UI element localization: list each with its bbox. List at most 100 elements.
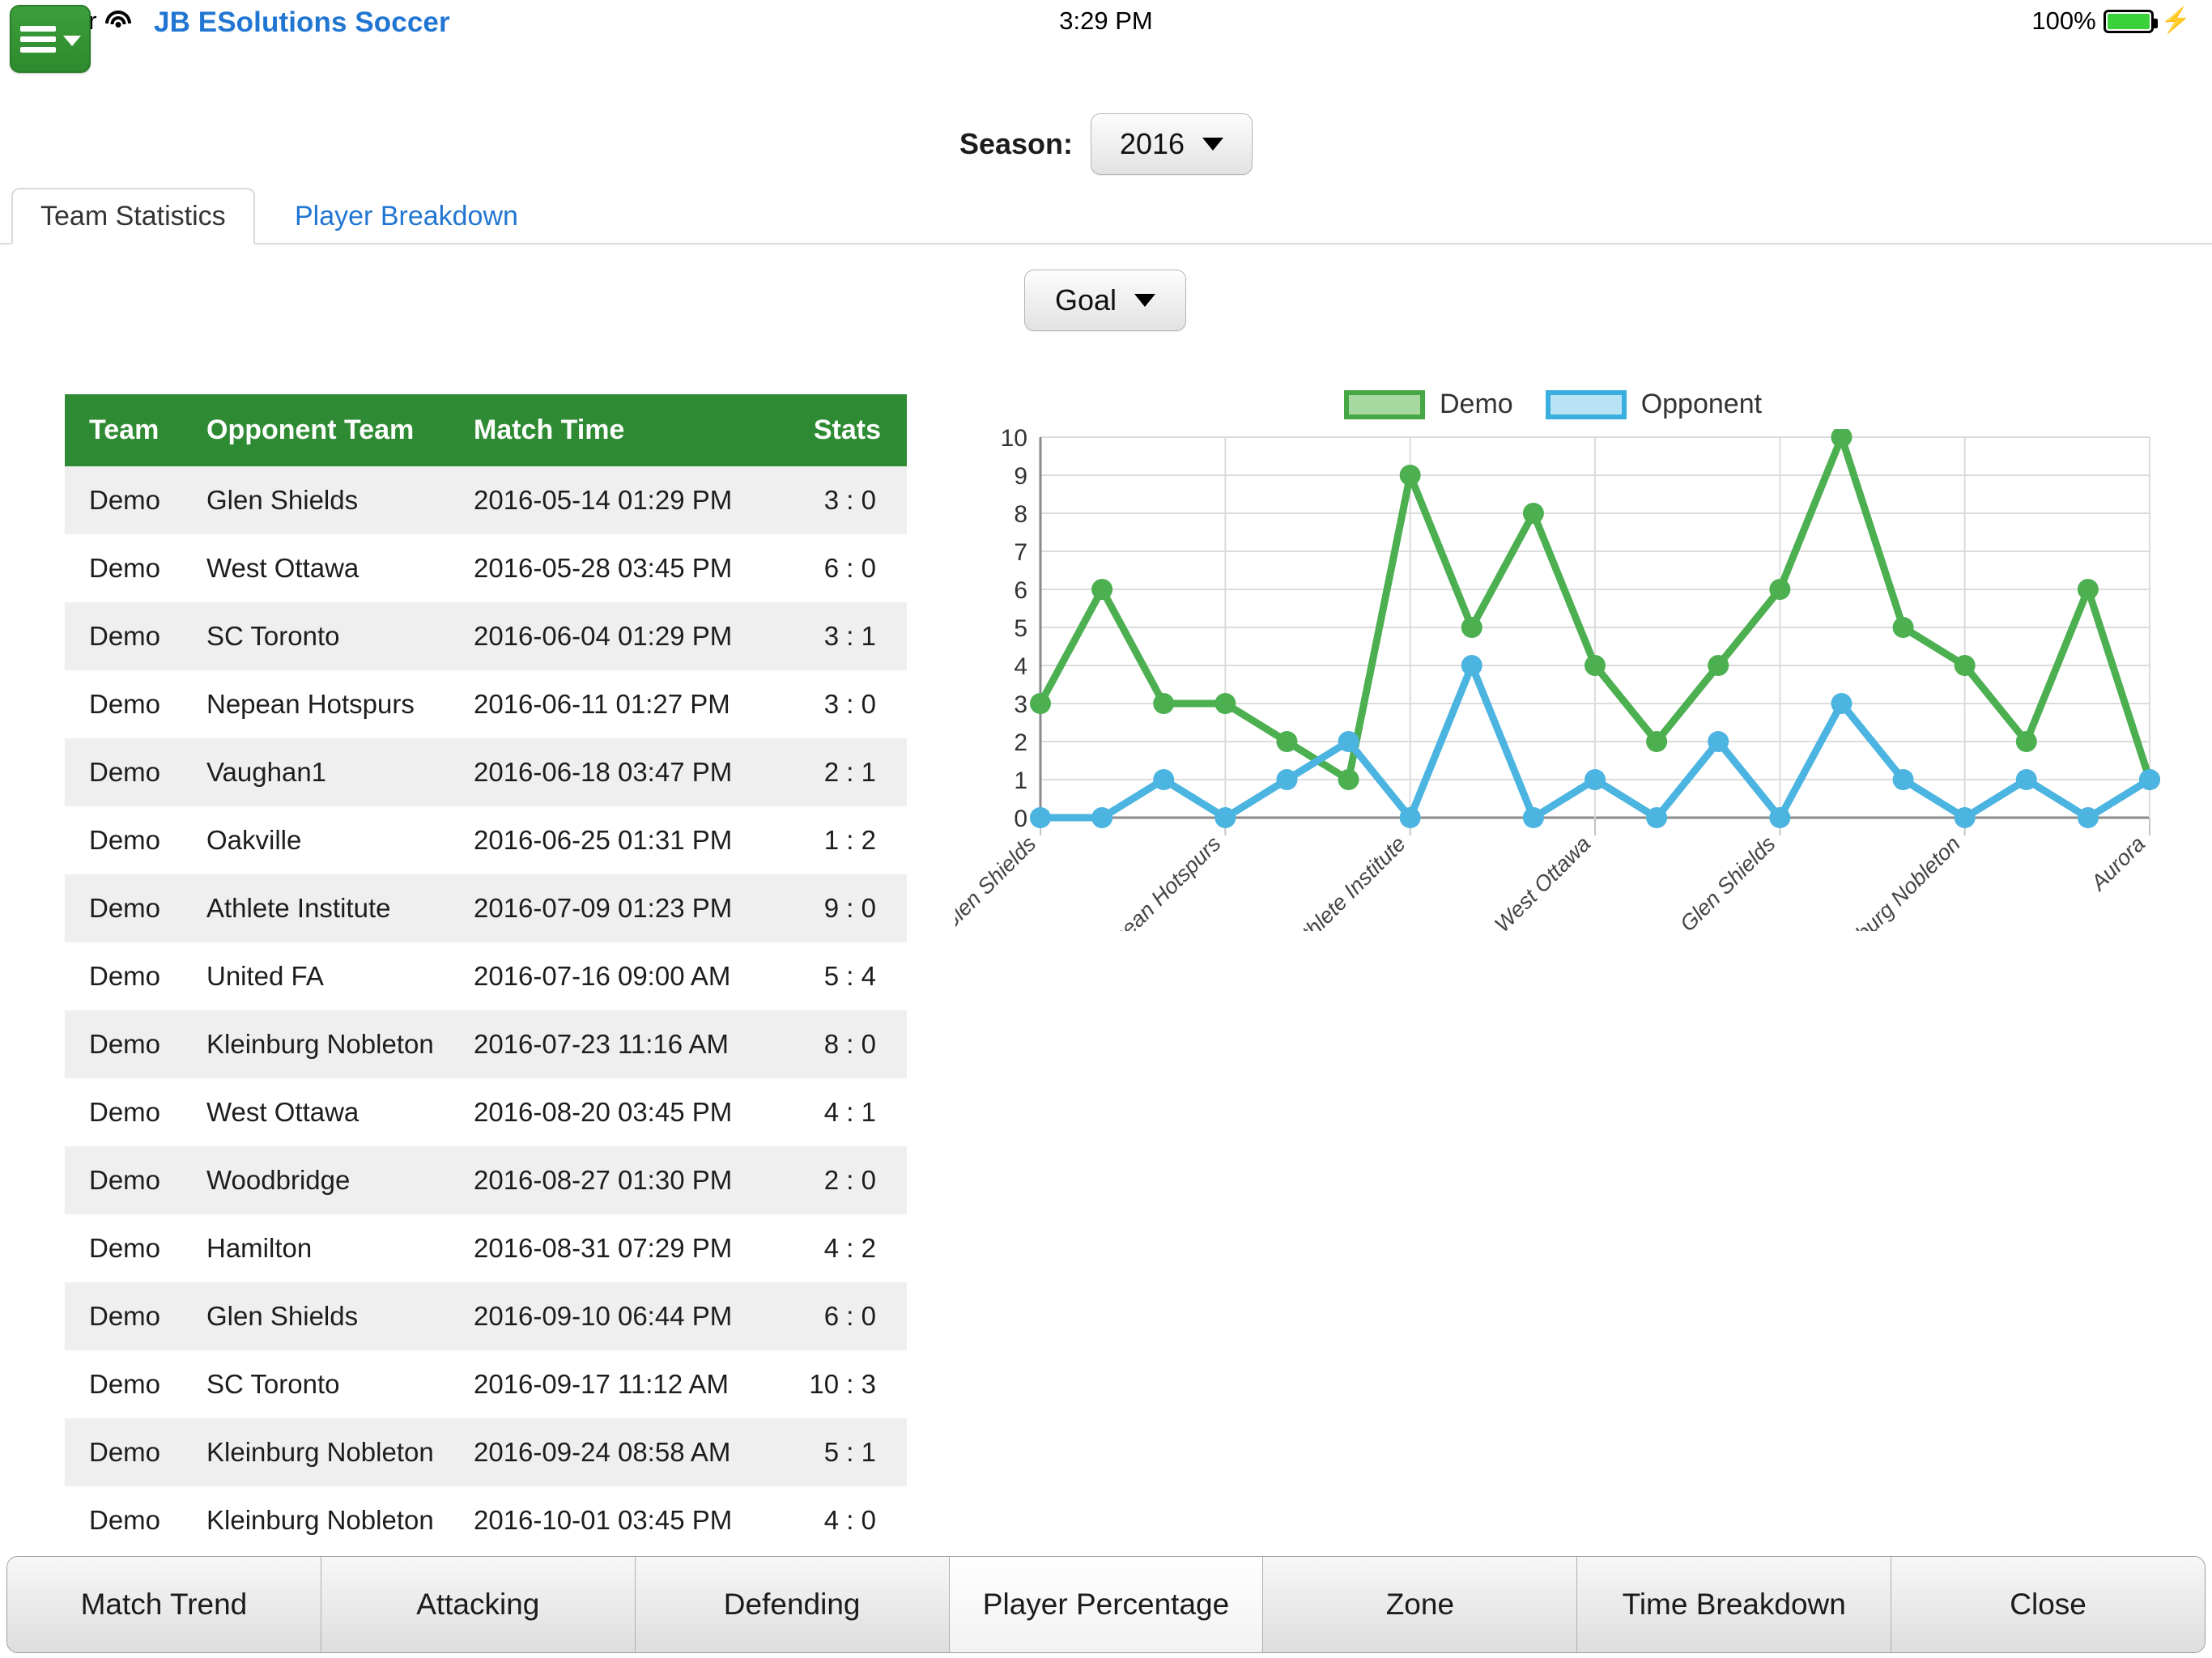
column-header-team: Team bbox=[65, 394, 206, 466]
data-point-demo bbox=[1214, 693, 1236, 714]
match-table-body: Demo Glen Shields 2016-05-14 01:29 PM 3 : 0… bbox=[65, 466, 907, 1536]
cell-team: Demo bbox=[89, 1029, 161, 1059]
toolbar-button-attacking[interactable]: Attacking bbox=[321, 1557, 636, 1652]
cell-opponent-team: Kleinburg Nobleton bbox=[206, 1437, 434, 1467]
tab-player-breakdown[interactable]: Player Breakdown bbox=[267, 188, 546, 244]
bottom-toolbar: Match Trend Attacking Defending Player Perc… bbox=[6, 1556, 2206, 1653]
cell-opponent-team: Nepean Hotspurs bbox=[206, 689, 415, 719]
toolbar-button-time-breakdown[interactable]: Time Breakdown bbox=[1577, 1557, 1892, 1652]
legend-swatch-opponent bbox=[1545, 389, 1627, 419]
table-row[interactable]: Demo SC Toronto 2016-09-17 11:12 AM 10 : 3 bbox=[65, 1350, 907, 1418]
table-row[interactable]: Demo Nepean Hotspurs 2016-06-11 01:27 PM 3 … bbox=[65, 670, 907, 738]
data-point-opponent bbox=[1153, 769, 1175, 790]
cell-stats: 8 : 0 bbox=[823, 1029, 876, 1059]
legend-swatch-demo bbox=[1344, 389, 1425, 419]
cell-match-time: 2016-08-20 03:45 PM bbox=[474, 1097, 733, 1127]
x-axis-tick-label: Glen Shields bbox=[955, 831, 1040, 931]
toolbar-button-defending[interactable]: Defending bbox=[635, 1557, 950, 1652]
tab-bar: Team Statistics Player Breakdown bbox=[0, 188, 2212, 244]
table-row[interactable]: Demo Vaughan1 2016-06-18 03:47 PM 2 : 1 bbox=[65, 738, 907, 806]
data-point-demo bbox=[2077, 579, 2099, 600]
column-header-match-time: Match Time bbox=[474, 394, 781, 466]
data-point-demo bbox=[1646, 731, 1668, 752]
data-point-opponent bbox=[1461, 655, 1482, 676]
table-row[interactable]: Demo Athlete Institute 2016-07-09 01:23 PM… bbox=[65, 874, 907, 942]
stat-type-dropdown[interactable]: Goal bbox=[1024, 270, 1186, 331]
season-selector-row: Season: 2016 bbox=[0, 113, 2212, 175]
table-row[interactable]: Demo Hamilton 2016-08-31 07:29 PM 4 : 2 bbox=[65, 1214, 907, 1282]
table-row[interactable]: Demo United FA 2016-07-16 09:00 AM 5 : 4 bbox=[65, 942, 907, 1010]
data-point-opponent bbox=[1708, 731, 1729, 752]
cell-opponent-team: United FA bbox=[206, 961, 324, 991]
data-point-demo bbox=[1708, 655, 1729, 676]
cell-stats: 4 : 1 bbox=[823, 1097, 876, 1127]
stat-type-selector-wrap: Goal bbox=[1024, 270, 1186, 331]
app-root: Carrier 3:29 PM 100% ⚡ JB ESolutions Soc… bbox=[0, 0, 2212, 1658]
cell-match-time: 2016-05-28 03:45 PM bbox=[474, 553, 733, 583]
match-table-head: Team Opponent Team Match Time Stats bbox=[65, 394, 907, 466]
data-point-demo bbox=[1153, 693, 1175, 714]
y-axis-tick-label: 3 bbox=[1014, 691, 1027, 718]
cell-stats: 2 : 0 bbox=[823, 1165, 876, 1195]
data-point-demo bbox=[1831, 429, 1853, 448]
data-point-demo bbox=[1030, 693, 1051, 714]
data-point-opponent bbox=[1522, 807, 1544, 828]
cell-match-time: 2016-06-25 01:31 PM bbox=[474, 825, 733, 855]
table-row[interactable]: Demo Kleinburg Nobleton 2016-09-24 08:58 A… bbox=[65, 1418, 907, 1486]
toolbar-button-zone[interactable]: Zone bbox=[1263, 1557, 1578, 1652]
season-value: 2016 bbox=[1119, 127, 1185, 160]
x-axis-tick-label: West Ottawa bbox=[1490, 831, 1595, 931]
table-header-row: Team Opponent Team Match Time Stats bbox=[65, 394, 907, 466]
y-axis-tick-label: 7 bbox=[1014, 539, 1027, 566]
cell-stats: 6 : 0 bbox=[823, 1301, 876, 1331]
cell-opponent-team: Glen Shields bbox=[206, 1301, 359, 1331]
cell-opponent-team: Kleinburg Nobleton bbox=[206, 1505, 434, 1535]
table-row[interactable]: Demo Glen Shields 2016-09-10 06:44 PM 6 : 0 bbox=[65, 1282, 907, 1350]
cell-opponent-team: Woodbridge bbox=[206, 1165, 351, 1195]
table-row[interactable]: Demo Kleinburg Nobleton 2016-07-23 11:16 A… bbox=[65, 1010, 907, 1078]
y-axis-tick-label: 9 bbox=[1014, 463, 1027, 490]
table-row[interactable]: Demo Kleinburg Nobleton 2016-10-01 03:45 P… bbox=[65, 1486, 907, 1536]
hamburger-menu-button[interactable] bbox=[10, 5, 91, 73]
hamburger-menu-icon bbox=[19, 21, 56, 57]
table-row[interactable]: Demo West Ottawa 2016-08-20 03:45 PM 4 : 1 bbox=[65, 1078, 907, 1146]
caret-down-icon bbox=[62, 35, 81, 46]
chart-legend: Demo Opponent bbox=[1344, 389, 1762, 420]
data-point-opponent bbox=[1769, 807, 1791, 828]
cell-match-time: 2016-09-17 11:12 AM bbox=[474, 1369, 729, 1399]
x-axis-tick-label: Athlete Institute bbox=[1286, 831, 1410, 931]
cell-opponent-team: Vaughan1 bbox=[206, 757, 327, 787]
cell-team: Demo bbox=[89, 893, 161, 923]
legend-item-opponent: Opponent bbox=[1545, 389, 1762, 420]
cell-opponent-team: SC Toronto bbox=[206, 1369, 340, 1399]
caret-down-icon bbox=[1134, 294, 1156, 307]
data-point-demo bbox=[1892, 617, 1914, 638]
table-row[interactable]: Demo Glen Shields 2016-05-14 01:29 PM 3 : 0 bbox=[65, 466, 907, 534]
table-row[interactable]: Demo Woodbridge 2016-08-27 01:30 PM 2 : 0 bbox=[65, 1146, 907, 1214]
data-point-opponent bbox=[1399, 807, 1421, 828]
toolbar-button-match-trend[interactable]: Match Trend bbox=[7, 1557, 321, 1652]
cell-team: Demo bbox=[89, 689, 161, 719]
tab-team-statistics[interactable]: Team Statistics bbox=[11, 188, 255, 244]
data-point-opponent bbox=[1831, 693, 1853, 714]
table-row[interactable]: Demo SC Toronto 2016-06-04 01:29 PM 3 : 1 bbox=[65, 602, 907, 670]
cell-match-time: 2016-07-09 01:23 PM bbox=[474, 893, 733, 923]
data-point-opponent bbox=[1214, 807, 1236, 828]
cell-stats: 5 : 1 bbox=[823, 1437, 876, 1467]
y-axis-tick-label: 5 bbox=[1014, 615, 1027, 642]
battery-percent-label: 100% bbox=[2031, 6, 2096, 35]
cell-team: Demo bbox=[89, 1097, 161, 1127]
column-header-opponent-team: Opponent Team bbox=[206, 394, 474, 466]
toolbar-button-player-percentage[interactable]: Player Percentage bbox=[949, 1557, 1264, 1652]
table-row[interactable]: Demo Oakville 2016-06-25 01:31 PM 1 : 2 bbox=[65, 806, 907, 874]
data-point-opponent bbox=[1892, 769, 1914, 790]
cell-match-time: 2016-06-11 01:27 PM bbox=[474, 689, 730, 719]
season-dropdown[interactable]: 2016 bbox=[1091, 113, 1253, 175]
toolbar-button-close[interactable]: Close bbox=[1891, 1557, 2205, 1652]
data-point-opponent bbox=[2139, 769, 2160, 790]
table-row[interactable]: Demo West Ottawa 2016-05-28 03:45 PM 6 : 0 bbox=[65, 534, 907, 602]
chart-svg: 0 1 2 3 4 5 6 7 8 9 10 Glen Shields Nepean Hotspurs A… bbox=[955, 429, 2160, 931]
cell-opponent-team: Oakville bbox=[206, 825, 302, 855]
match-table-container[interactable]: Team Opponent Team Match Time Stats Demo… bbox=[65, 394, 907, 1536]
data-point-demo bbox=[1461, 617, 1482, 638]
